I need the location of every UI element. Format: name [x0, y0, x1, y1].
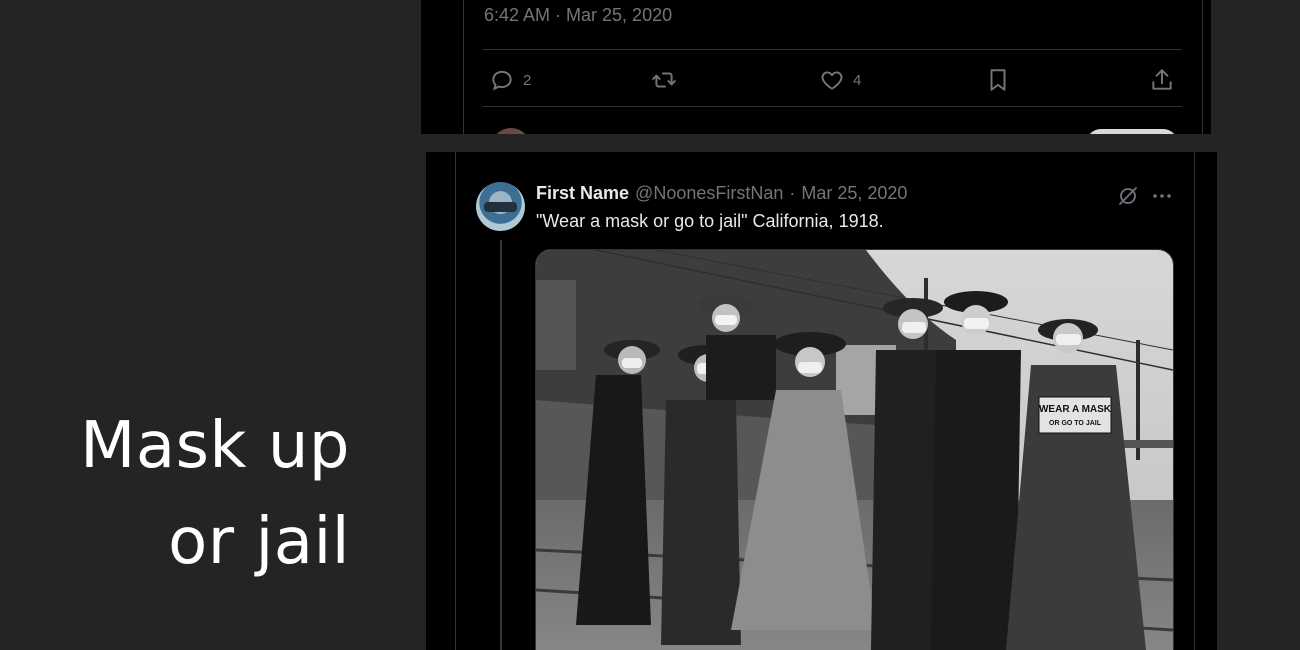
- display-name[interactable]: First Name: [536, 183, 629, 204]
- reply-icon: [492, 70, 512, 91]
- previous-tweet-card: 6:42 AM · Mar 25, 2020 2 4: [421, 0, 1211, 134]
- tweet-text: "Wear a mask or go to jail" California, …: [536, 211, 884, 231]
- tweet-action-bar: 2 4: [483, 62, 1182, 98]
- tweet-date[interactable]: Mar 25, 2020: [801, 183, 907, 204]
- like-icon: [821, 71, 843, 90]
- photo-sign-line-1: WEAR A MASK: [1039, 404, 1112, 415]
- share-button[interactable]: [1149, 62, 1175, 98]
- like-count: 4: [853, 71, 862, 89]
- divider: [483, 49, 1182, 50]
- tweet-header: First Name @NoonesFirstNan · Mar 25, 202…: [536, 183, 907, 204]
- avatar[interactable]: [476, 182, 525, 231]
- avatar[interactable]: [491, 128, 531, 134]
- reply-count: 2: [523, 71, 532, 89]
- column-border-left: [455, 152, 456, 650]
- photo-sign-line-2: OR GO TO JAIL: [1049, 420, 1102, 427]
- more-icon[interactable]: [1150, 184, 1174, 208]
- follow-button[interactable]: [1086, 129, 1178, 134]
- column-border-right: [1194, 152, 1195, 650]
- headline-line-2: or jail: [168, 505, 350, 579]
- like-button[interactable]: 4: [819, 62, 861, 98]
- bookmark-icon: [990, 69, 1006, 91]
- tweet-timestamp[interactable]: 6:42 AM · Mar 25, 2020: [484, 5, 672, 26]
- tweet-card: First Name @NoonesFirstNan · Mar 25, 202…: [426, 152, 1217, 650]
- separator: ·: [789, 183, 796, 203]
- share-icon: [1152, 69, 1172, 90]
- headline-line-1: Mask up: [80, 409, 350, 483]
- tweet-photo[interactable]: WEAR A MASK OR GO TO JAIL: [535, 249, 1174, 650]
- column-border-right: [1202, 0, 1203, 134]
- grok-icon[interactable]: [1116, 184, 1140, 208]
- retweet-button[interactable]: [651, 62, 677, 98]
- retweet-icon: [652, 72, 676, 88]
- headline: Mask up or jail: [0, 398, 350, 590]
- reply-button[interactable]: 2: [489, 62, 531, 98]
- divider: [483, 106, 1182, 107]
- bookmark-button[interactable]: [985, 62, 1011, 98]
- user-handle[interactable]: @NoonesFirstNan: [635, 183, 783, 204]
- thread-line: [500, 240, 502, 650]
- column-border-left: [463, 0, 464, 134]
